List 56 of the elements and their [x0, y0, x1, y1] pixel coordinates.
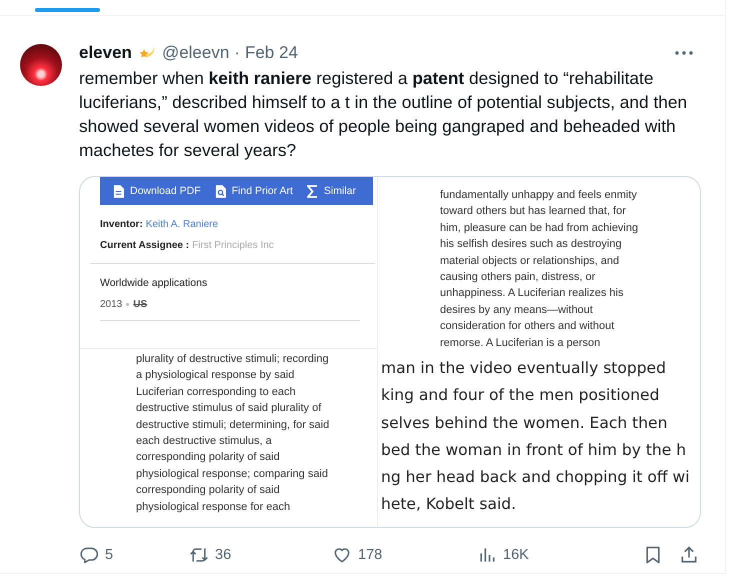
claim-line: each destructive stimulus, a — [136, 434, 272, 450]
repost-button[interactable]: 36 — [189, 545, 332, 565]
views-button[interactable]: 16K — [477, 545, 529, 565]
country-link[interactable]: US — [133, 299, 148, 310]
inventor-link[interactable]: Keith A. Raniere — [146, 219, 218, 230]
application-year: 2013 — [100, 299, 122, 310]
claim-line: plurality of destructive stimuli; recording — [136, 352, 329, 367]
claim-line: destructive stimulus of said plurality of — [136, 401, 322, 416]
user-handle[interactable]: @eleevn — [162, 43, 230, 63]
claim-line: corresponding polarity of said — [136, 450, 280, 466]
claim-line: physiological response; comparing said — [136, 466, 328, 482]
share-button[interactable] — [679, 545, 699, 565]
article-line: hete, Kobelt said. — [381, 494, 516, 516]
document-icon — [113, 184, 124, 198]
description-line: toward others but has learned that, for — [440, 204, 626, 220]
description-line: him, pleasure can be had from achieving — [440, 220, 638, 236]
avatar[interactable] — [20, 44, 62, 86]
field-value: First Principles Inc — [192, 240, 274, 251]
description-line: remorse. A Luciferian is a person — [440, 336, 600, 349]
toolbar-button[interactable]: Similar — [306, 184, 356, 198]
more-icon[interactable] — [675, 51, 693, 55]
claim-line: a physiological response by said — [136, 368, 294, 384]
author-name[interactable]: eleven — [79, 43, 132, 63]
separator-dot: · — [234, 43, 240, 63]
post-text: remember when keith raniere registered a patent designed to “rehabilitate luciferians,” described himself to a t in the outline of potential subjects, and then showed several women videos of people being gangraped and beheaded with machetes for several years? — [79, 67, 688, 162]
field-label: Current Assignee : — [100, 240, 190, 251]
field-label: Inventor: — [100, 219, 143, 230]
article-line: man in the video eventually stopped — [381, 358, 666, 379]
tab-indicator — [35, 8, 100, 12]
article-line: ng her head back and chopping it off wi — [381, 467, 690, 488]
claim-line: destructive stimuli; determining, for said — [136, 418, 330, 433]
reply-button[interactable]: 5 — [79, 545, 189, 565]
description-line: unhappiness. A Luciferian realizes his — [440, 286, 624, 302]
description-line: consideration for others and without — [440, 319, 614, 334]
description-line: material objects or relationships, and — [440, 254, 620, 269]
description-line: causing others pain, distress, or — [440, 270, 596, 286]
media-card[interactable] — [79, 176, 701, 528]
speech-bubble-icon — [79, 545, 99, 565]
section-title: Worldwide applications — [100, 277, 208, 289]
toolbar-button[interactable]: Find Prior Art — [214, 184, 293, 198]
dot-icon — [126, 303, 130, 306]
claim-line: Luciferian corresponding to each — [136, 384, 296, 400]
article-line: king and four of the men positioned — [381, 385, 660, 406]
claim-line: physiological response for each — [136, 500, 290, 515]
post-date[interactable]: Feb 24 — [244, 43, 298, 63]
claim-line: corresponding polarity of said — [136, 483, 280, 498]
search-icon — [214, 184, 226, 198]
description-line: desires by any means—without — [440, 302, 593, 318]
sigma-icon — [306, 184, 318, 198]
heart-icon — [332, 545, 352, 565]
description-line: his selfish desires such as destroying — [440, 237, 622, 252]
like-button[interactable]: 178 — [332, 545, 477, 565]
article-line: bed the woman in front of him by the h — [381, 440, 686, 461]
description-line: fundamentally unhappy and feels enmity — [440, 188, 637, 203]
article-line: selves behind the women. Each then — [381, 412, 668, 434]
toolbar-button[interactable]: Download PDF — [113, 184, 201, 198]
